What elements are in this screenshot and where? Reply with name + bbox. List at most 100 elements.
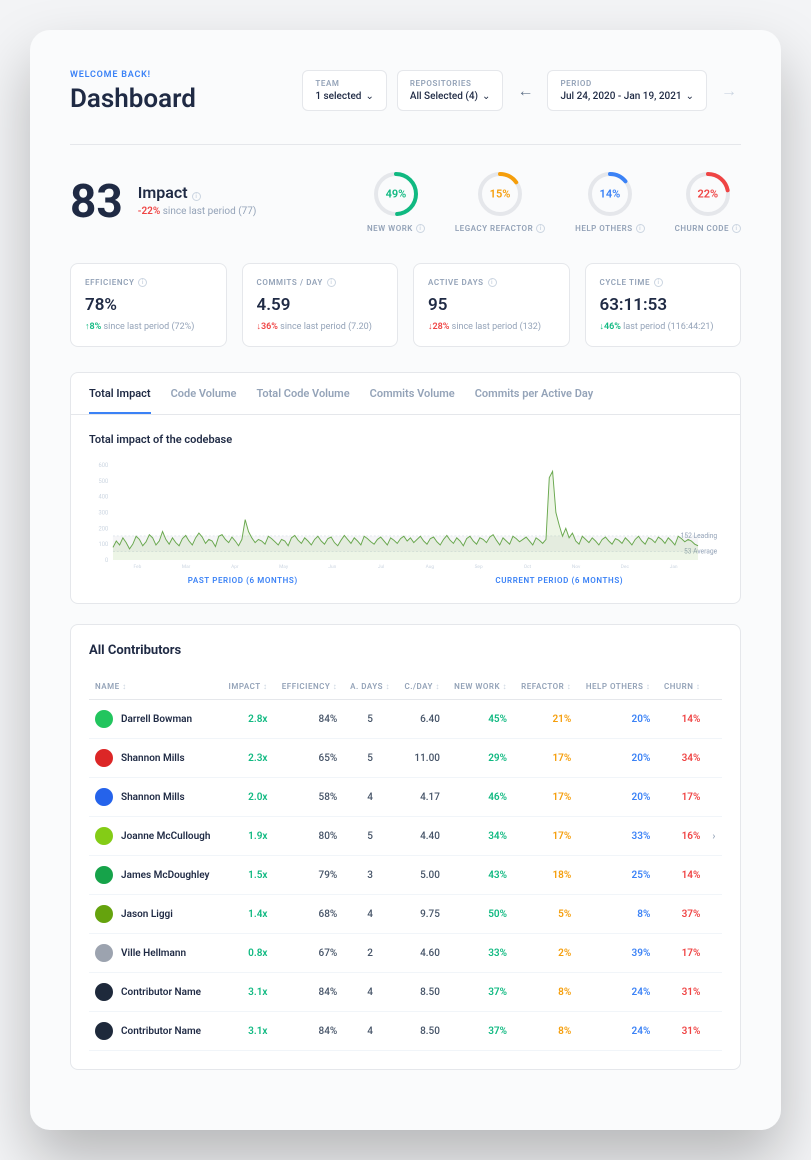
cell-refactor: 8% bbox=[513, 1012, 577, 1051]
prev-period-button[interactable]: ← bbox=[513, 79, 537, 103]
impact-summary: 83 Impact i -22% since last period (77) … bbox=[70, 170, 741, 233]
chart-tabs: Total Impact Code Volume Total Code Volume… bbox=[71, 373, 740, 415]
info-icon[interactable]: i bbox=[488, 278, 497, 287]
dashboard-page: WELCOME BACK! Dashboard TEAM 1 selected⌄… bbox=[30, 30, 781, 1130]
cell-refactor: 17% bbox=[513, 778, 577, 817]
cell-helpothers: 24% bbox=[577, 1012, 656, 1051]
cell-helpothers: 20% bbox=[577, 700, 656, 739]
row-expand-icon[interactable] bbox=[706, 973, 722, 1012]
row-expand-icon[interactable]: › bbox=[706, 817, 722, 856]
period-filter-label: PERIOD bbox=[560, 79, 694, 88]
row-expand-icon[interactable] bbox=[706, 778, 722, 817]
info-icon[interactable]: i bbox=[327, 278, 336, 287]
tab-total-code-volume[interactable]: Total Code Volume bbox=[256, 387, 349, 414]
contributor-name: Shannon Mills bbox=[95, 788, 215, 806]
period-filter-value: Jul 24, 2020 - Jan 19, 2021⌄ bbox=[560, 91, 694, 102]
svg-text:Oct: Oct bbox=[524, 564, 532, 570]
row-expand-icon[interactable] bbox=[706, 1012, 722, 1051]
repos-filter-label: REPOSITORIES bbox=[410, 79, 491, 88]
svg-text:Dec: Dec bbox=[621, 564, 630, 570]
donut-new-work: 49% NEW WORKi bbox=[367, 170, 425, 233]
table-row[interactable]: Ville Hellmann 0.8x 67% 2 4.60 33% 2% 39… bbox=[89, 934, 722, 973]
cell-helpothers: 33% bbox=[577, 817, 656, 856]
col-a-days[interactable]: A. DAYS bbox=[343, 674, 397, 700]
stat-change: ↓46% last period (116:44:21) bbox=[600, 321, 727, 332]
table-row[interactable]: Joanne McCullough 1.9x 80% 5 4.40 34% 17… bbox=[89, 817, 722, 856]
col-churn[interactable]: CHURN bbox=[656, 674, 706, 700]
table-row[interactable]: Shannon Mills 2.3x 65% 5 11.00 29% 17% 2… bbox=[89, 739, 722, 778]
cell-cday: 11.00 bbox=[397, 739, 446, 778]
table-row[interactable]: Shannon Mills 2.0x 58% 4 4.17 46% 17% 20… bbox=[89, 778, 722, 817]
header: WELCOME BACK! Dashboard TEAM 1 selected⌄… bbox=[70, 70, 741, 114]
info-icon[interactable]: i bbox=[416, 224, 425, 233]
info-icon[interactable]: i bbox=[732, 224, 741, 233]
donut-label: HELP OTHERSi bbox=[575, 224, 644, 233]
info-icon[interactable]: i bbox=[138, 278, 147, 287]
cell-impact: 3.1x bbox=[221, 973, 274, 1012]
info-icon[interactable]: i bbox=[536, 224, 545, 233]
cell-adays: 4 bbox=[343, 778, 397, 817]
row-expand-icon[interactable] bbox=[706, 934, 722, 973]
cell-helpothers: 24% bbox=[577, 973, 656, 1012]
stat-value: 78% bbox=[85, 295, 212, 315]
contributors-title: All Contributors bbox=[89, 643, 722, 658]
tab-commits-per-active-day[interactable]: Commits per Active Day bbox=[475, 387, 593, 414]
cell-newwork: 29% bbox=[446, 739, 513, 778]
period-filter[interactable]: PERIOD Jul 24, 2020 - Jan 19, 2021⌄ bbox=[547, 70, 707, 111]
donut-ring: 22% bbox=[684, 170, 732, 218]
stat-value: 4.59 bbox=[257, 295, 384, 315]
tab-total-impact[interactable]: Total Impact bbox=[89, 387, 151, 414]
next-period-button[interactable]: → bbox=[717, 79, 741, 103]
col-name[interactable]: NAME bbox=[89, 674, 221, 700]
team-filter[interactable]: TEAM 1 selected⌄ bbox=[302, 70, 387, 111]
svg-text:Sep: Sep bbox=[475, 564, 483, 570]
stat-card: COMMITS / DAYi 4.59 ↓36% since last peri… bbox=[242, 263, 399, 347]
svg-text:May: May bbox=[279, 564, 289, 570]
cell-impact: 3.1x bbox=[221, 1012, 274, 1051]
svg-text:400: 400 bbox=[98, 495, 108, 501]
avatar bbox=[95, 905, 113, 923]
cell-impact: 2.8x bbox=[221, 700, 274, 739]
donut-value: 15% bbox=[490, 188, 511, 201]
svg-text:200: 200 bbox=[98, 526, 108, 532]
table-row[interactable]: Contributor Name 3.1x 84% 4 8.50 37% 8% … bbox=[89, 1012, 722, 1051]
cell-refactor: 21% bbox=[513, 700, 577, 739]
row-expand-icon[interactable] bbox=[706, 739, 722, 778]
col-help-others[interactable]: HELP OTHERS bbox=[577, 674, 656, 700]
info-icon[interactable]: i bbox=[636, 224, 645, 233]
table-row[interactable]: James McDoughley 1.5x 79% 3 5.00 43% 18%… bbox=[89, 856, 722, 895]
col-efficiency[interactable]: EFFICIENCY bbox=[273, 674, 343, 700]
table-row[interactable]: Darrell Bowman 2.8x 84% 5 6.40 45% 21% 2… bbox=[89, 700, 722, 739]
info-icon[interactable]: i bbox=[192, 192, 201, 201]
past-period-label: PAST PERIOD (6 MONTHS) bbox=[188, 576, 298, 585]
repos-filter[interactable]: REPOSITORIES All Selected (4)⌄ bbox=[397, 70, 504, 111]
row-expand-icon[interactable] bbox=[706, 856, 722, 895]
cell-efficiency: 65% bbox=[273, 739, 343, 778]
table-row[interactable]: Contributor Name 3.1x 84% 4 8.50 37% 8% … bbox=[89, 973, 722, 1012]
cell-adays: 4 bbox=[343, 895, 397, 934]
donut-label: LEGACY REFACTORi bbox=[455, 224, 545, 233]
cell-refactor: 17% bbox=[513, 739, 577, 778]
welcome-text: WELCOME BACK! bbox=[70, 70, 196, 80]
col-c-day[interactable]: C./DAY bbox=[397, 674, 446, 700]
tab-code-volume[interactable]: Code Volume bbox=[171, 387, 237, 414]
cell-impact: 0.8x bbox=[221, 934, 274, 973]
donut-ring: 15% bbox=[476, 170, 524, 218]
col-impact[interactable]: IMPACT bbox=[221, 674, 274, 700]
info-icon[interactable]: i bbox=[654, 278, 663, 287]
cell-efficiency: 68% bbox=[273, 895, 343, 934]
cell-cday: 8.50 bbox=[397, 973, 446, 1012]
contributor-name: Shannon Mills bbox=[95, 749, 215, 767]
tab-commits-volume[interactable]: Commits Volume bbox=[370, 387, 455, 414]
stat-label: COMMITS / DAYi bbox=[257, 278, 384, 287]
cell-newwork: 33% bbox=[446, 934, 513, 973]
cell-impact: 1.4x bbox=[221, 895, 274, 934]
svg-text:Feb: Feb bbox=[133, 564, 141, 570]
col-refactor[interactable]: REFACTOR bbox=[513, 674, 577, 700]
stat-value: 63:11:53 bbox=[600, 295, 727, 315]
row-expand-icon[interactable] bbox=[706, 895, 722, 934]
table-row[interactable]: Jason Liggi 1.4x 68% 4 9.75 50% 5% 8% 37… bbox=[89, 895, 722, 934]
col-new-work[interactable]: NEW WORK bbox=[446, 674, 513, 700]
donut-ring: 49% bbox=[372, 170, 420, 218]
row-expand-icon[interactable] bbox=[706, 700, 722, 739]
